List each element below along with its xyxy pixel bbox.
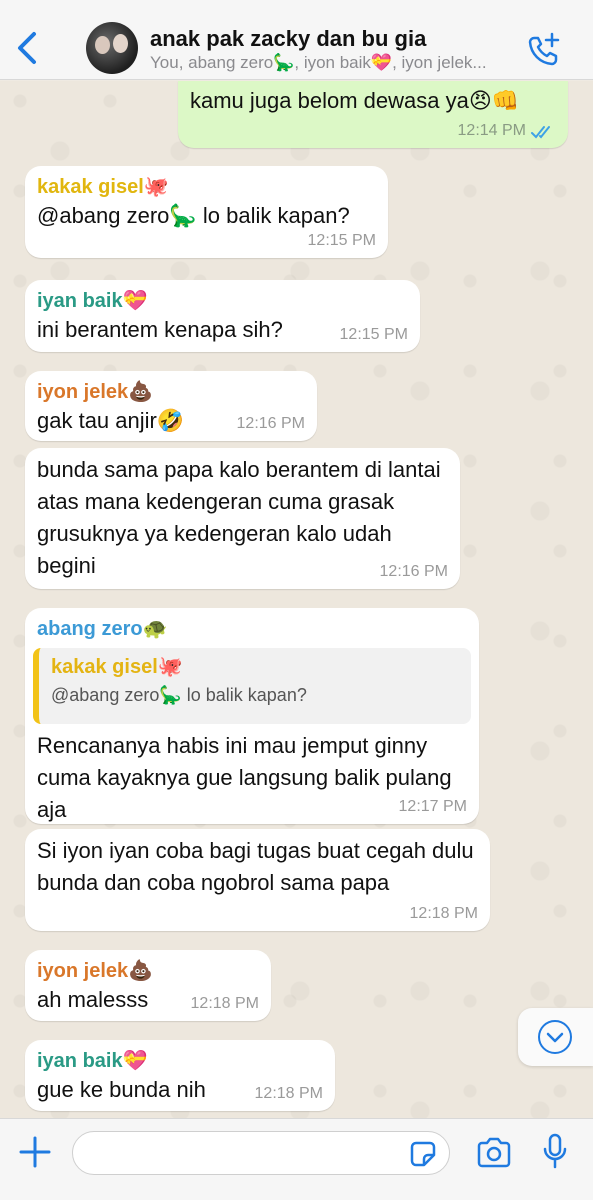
chat-members[interactable]: You, abang zero🦕, iyon baik💝, iyon jelek…: [150, 53, 510, 73]
group-avatar[interactable]: [86, 22, 138, 74]
message-time: 12:15 PM: [339, 326, 408, 343]
message-bubble[interactable]: bunda sama papa kalo berantem di lantai …: [25, 448, 460, 589]
chat-header: anak pak zacky dan bu gia You, abang zer…: [0, 0, 593, 80]
read-ticks-icon: [531, 126, 550, 139]
message-bubble[interactable]: iyon jelek💩 ah malesss 12:18 PM: [25, 950, 271, 1021]
sender-name: abang zero🐢: [37, 618, 168, 640]
sender-name: iyan baik💝: [37, 290, 148, 312]
message-bubble[interactable]: iyon jelek💩 gak tau anjir🤣 12:16 PM: [25, 371, 317, 441]
chevron-down-icon: [538, 1020, 572, 1054]
message-text: kamu juga belom dewasa ya😠👊: [190, 88, 520, 113]
message-time: 12:14 PM: [457, 122, 526, 139]
scroll-to-bottom-button[interactable]: [518, 1008, 593, 1066]
back-icon[interactable]: [14, 30, 44, 66]
message-time: 12:18 PM: [254, 1085, 323, 1102]
sender-name: iyon jelek💩: [37, 960, 154, 982]
message-list[interactable]: kamu juga belom dewasa ya😠👊 12:14 PM kak…: [0, 81, 593, 1118]
message-text: @abang zero🦕 lo balik kapan?: [37, 203, 350, 228]
sender-name: kakak gisel🐙: [37, 176, 169, 198]
message-bubble[interactable]: kakak gisel🐙 @abang zero🦕 lo balik kapan…: [25, 166, 388, 258]
message-bubble-outgoing[interactable]: kamu juga belom dewasa ya😠👊 12:14 PM: [178, 81, 568, 148]
add-call-icon[interactable]: [524, 30, 564, 70]
plus-icon[interactable]: [18, 1135, 52, 1169]
sender-name: iyan baik💝: [37, 1050, 148, 1072]
sticker-icon[interactable]: [410, 1141, 436, 1167]
camera-icon[interactable]: [476, 1137, 512, 1169]
microphone-icon[interactable]: [542, 1133, 568, 1171]
quoted-message[interactable]: kakak gisel🐙 @abang zero🦕 lo balik kapan…: [33, 648, 471, 724]
sender-name: iyon jelek💩: [37, 381, 154, 403]
message-time: 12:15 PM: [307, 232, 376, 249]
message-time: 12:17 PM: [398, 798, 467, 815]
message-time: 12:18 PM: [190, 995, 259, 1012]
message-text: Si iyon iyan coba bagi tugas buat cegah …: [37, 838, 474, 895]
message-bubble[interactable]: iyan baik💝 gue ke bunda nih 12:18 PM: [25, 1040, 335, 1111]
message-input[interactable]: [72, 1131, 450, 1175]
quoted-text: @abang zero🦕 lo balik kapan?: [51, 685, 307, 705]
message-time: 12:18 PM: [409, 905, 478, 922]
message-time: 12:16 PM: [379, 563, 448, 580]
message-bubble[interactable]: Si iyon iyan coba bagi tugas buat cegah …: [25, 829, 490, 931]
message-time: 12:16 PM: [236, 415, 305, 432]
message-bubble-reply[interactable]: abang zero🐢 kakak gisel🐙 @abang zero🦕 lo…: [25, 608, 479, 824]
chat-title[interactable]: anak pak zacky dan bu gia: [150, 26, 426, 52]
quoted-sender: kakak gisel🐙: [51, 656, 183, 678]
message-bubble[interactable]: iyan baik💝 ini berantem kenapa sih? 12:1…: [25, 280, 420, 352]
composer-bar: [0, 1118, 593, 1200]
